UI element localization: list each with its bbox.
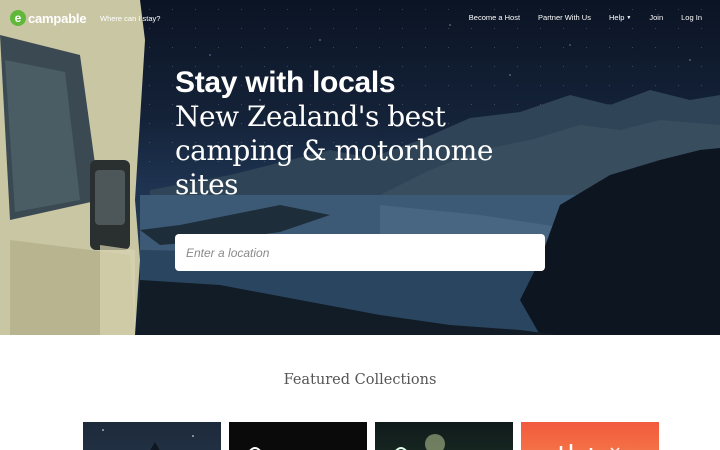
collection-card-image <box>102 429 194 450</box>
logo-icon: e <box>10 10 26 26</box>
featured-collections-heading: Featured Collections <box>283 372 437 388</box>
hero-title: Stay with locals <box>175 66 396 99</box>
nav-join[interactable]: Join <box>649 13 663 22</box>
hero-subtitle-line-3: sites <box>175 168 239 201</box>
collection-card[interactable] <box>521 422 659 450</box>
hero-subtitle-line-2: camping & motorhome <box>175 134 493 167</box>
collection-card-image <box>395 434 445 450</box>
campervan-image <box>0 0 145 335</box>
featured-collections-cards <box>83 422 659 450</box>
collection-card[interactable] <box>375 422 513 450</box>
location-search-input[interactable] <box>175 234 545 271</box>
nav-help-dropdown[interactable]: Help ▼ <box>609 13 631 22</box>
chevron-down-icon: ▼ <box>626 15 632 22</box>
nav-help-label: Help <box>608 13 625 22</box>
nav-links: Become a Host Partner With Us Help ▼ Join… <box>451 13 702 22</box>
brand-logo[interactable]: e campable <box>10 10 87 26</box>
nav-partner-with-us[interactable]: Partner With Us <box>538 13 591 22</box>
collection-card[interactable] <box>229 422 367 450</box>
collection-card-image <box>559 444 620 450</box>
collection-card[interactable] <box>83 422 221 450</box>
hero-section: e campable Where can I stay? Become a Ho… <box>0 0 720 335</box>
top-navigation: e campable Where can I stay? Become a Ho… <box>0 0 720 36</box>
nav-become-a-host[interactable]: Become a Host <box>469 13 520 22</box>
where-can-i-stay-link[interactable]: Where can I stay? <box>100 14 160 23</box>
hero-headline: Stay with locals New Zealand's best camp… <box>175 66 493 202</box>
nav-log-in[interactable]: Log In <box>681 13 702 22</box>
hero-subtitle-line-1: New Zealand's best <box>175 100 446 133</box>
logo-text: campable <box>28 10 87 26</box>
collection-card-image <box>249 447 261 450</box>
